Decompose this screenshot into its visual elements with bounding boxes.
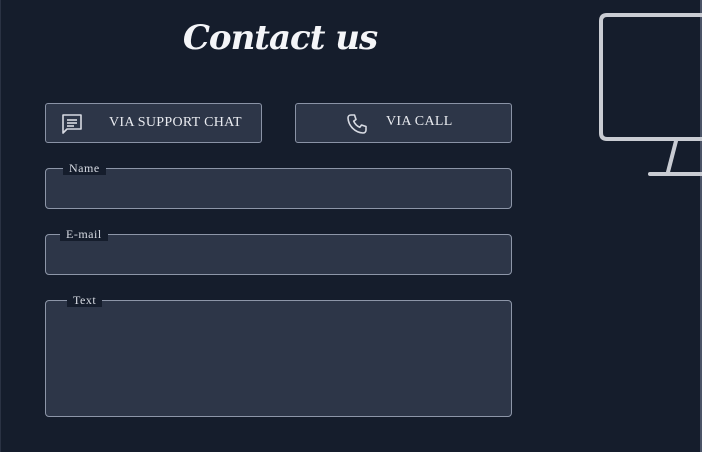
left-edge bbox=[0, 0, 1, 452]
text-field[interactable]: Text bbox=[45, 293, 512, 417]
chat-message-icon bbox=[61, 113, 83, 135]
call-button[interactable]: VIA CALL bbox=[295, 103, 512, 143]
support-chat-button[interactable]: VIA SUPPORT CHAT bbox=[45, 103, 262, 143]
name-field-label: Name bbox=[63, 161, 106, 175]
email-field-label: E-mail bbox=[60, 227, 108, 241]
email-field[interactable]: E-mail bbox=[45, 227, 512, 275]
text-field-label: Text bbox=[67, 293, 103, 307]
name-input[interactable] bbox=[56, 179, 501, 201]
message-textarea[interactable] bbox=[56, 311, 501, 406]
support-chat-label: VIA SUPPORT CHAT bbox=[109, 115, 242, 130]
name-field[interactable]: Name bbox=[45, 161, 512, 209]
email-input[interactable] bbox=[56, 245, 501, 267]
call-label: VIA CALL bbox=[386, 114, 453, 129]
monitor-icon bbox=[596, 10, 702, 180]
phone-icon bbox=[346, 113, 368, 135]
page-title: Contact us bbox=[182, 18, 378, 58]
